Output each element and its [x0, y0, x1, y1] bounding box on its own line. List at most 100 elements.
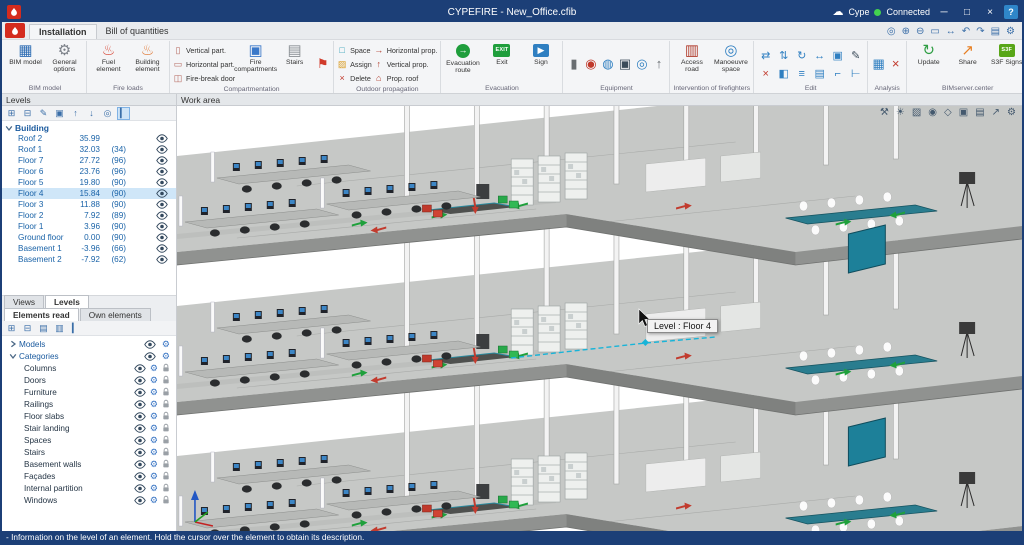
lock-icon[interactable]	[162, 399, 170, 409]
visibility-eye-icon[interactable]	[134, 472, 146, 481]
bim-model-button[interactable]: ▦ BIM model	[7, 42, 44, 66]
visibility-eye-icon[interactable]	[156, 167, 168, 176]
access-road-button[interactable]: ▥ Access road	[673, 42, 710, 73]
delete-tool-button[interactable]: ×	[757, 66, 774, 83]
visibility-eye-icon[interactable]	[156, 178, 168, 187]
visibility-eye-icon[interactable]	[156, 200, 168, 209]
gear-icon[interactable]: ⚙	[162, 351, 170, 361]
dry-riser-button[interactable]: ▮	[566, 50, 581, 76]
lock-icon[interactable]	[162, 459, 170, 469]
category-row-columns[interactable]: Columns ⚙	[2, 362, 176, 374]
visibility-eye-icon[interactable]	[134, 424, 146, 433]
show-all-icon[interactable]: ▤	[37, 322, 50, 335]
print-icon[interactable]: ▤	[975, 108, 984, 118]
visibility-eye-icon[interactable]	[134, 460, 146, 469]
category-row-stairs[interactable]: Stairs ⚙	[2, 446, 176, 458]
chevron-right-icon[interactable]	[9, 340, 17, 348]
tools-icon[interactable]: ⚒	[880, 108, 889, 118]
category-row-railings[interactable]: Railings ⚙	[2, 398, 176, 410]
camera-icon[interactable]: ▣	[959, 108, 968, 118]
lock-icon[interactable]	[162, 375, 170, 385]
settings-icon[interactable]: ⚙	[1006, 27, 1015, 37]
align-tool-button[interactable]: ≡	[793, 66, 810, 83]
export-icon[interactable]: ↗	[992, 108, 1000, 118]
visibility-eye-icon[interactable]	[134, 400, 146, 409]
expand-all-icon[interactable]: ⊞	[5, 322, 18, 335]
zoom-out-icon[interactable]: ⊖	[916, 27, 924, 37]
fire-pump-button[interactable]: ◍	[600, 50, 615, 76]
category-row-furniture[interactable]: Furniture ⚙	[2, 386, 176, 398]
general-options-button[interactable]: ⚙ General options	[46, 42, 83, 73]
sun-icon[interactable]: ☀	[896, 108, 905, 118]
gear-icon[interactable]: ⚙	[150, 411, 158, 421]
visibility-eye-icon[interactable]	[156, 189, 168, 198]
share-button[interactable]: ↗ Share	[949, 42, 986, 66]
category-row-doors[interactable]: Doors ⚙	[2, 374, 176, 386]
textures-icon[interactable]: ▨	[912, 108, 921, 118]
dimension-tool-button[interactable]: ⊢	[847, 66, 864, 83]
category-row-fa-ades[interactable]: Façades ⚙	[2, 470, 176, 482]
gear-icon[interactable]: ⚙	[150, 495, 158, 505]
help-button[interactable]: ?	[1004, 5, 1018, 19]
visibility-eye-icon[interactable]	[156, 222, 168, 231]
hide-all-icon[interactable]: ▥	[53, 322, 66, 335]
lock-icon[interactable]	[162, 471, 170, 481]
manoeuvre-space-button[interactable]: ◎ Manoeuvre space	[712, 42, 749, 73]
update-button[interactable]: ↻ Update	[910, 42, 947, 66]
viewport-3d[interactable]: ⚒ ☀ ▨ ◉ ◇ ▣ ▤ ↗ ⚙ Level: Floor 4	[177, 106, 1022, 531]
category-row-stair-landing[interactable]: Stair landing ⚙	[2, 422, 176, 434]
gear-icon[interactable]: ⚙	[150, 375, 158, 385]
horizontal-prop-button[interactable]: → Horizontal prop.	[374, 44, 437, 57]
exit-button[interactable]: EXIT Exit	[483, 42, 520, 66]
search-icon[interactable]: ◎	[887, 27, 896, 37]
level-row-basement-2[interactable]: Basement 2 -7.92 (62)	[2, 254, 176, 265]
lock-icon[interactable]	[162, 435, 170, 445]
lock-icon[interactable]	[162, 363, 170, 373]
coverage-area-button[interactable]: ◎	[634, 50, 649, 76]
array-tool-button[interactable]: ▤	[811, 66, 828, 83]
visibility-eye-icon[interactable]	[134, 376, 146, 385]
vertical-prop-button[interactable]: ↑ Vertical prop.	[374, 58, 438, 71]
level-row-floor-7[interactable]: Floor 7 27.72 (96)	[2, 155, 176, 166]
visibility-eye-icon[interactable]	[144, 352, 156, 361]
lock-icon[interactable]	[162, 447, 170, 457]
analysis-calculator-button[interactable]: ▦	[871, 50, 886, 76]
hydrant-button[interactable]: ◉	[583, 50, 598, 76]
assign-button[interactable]: ▨ Assign	[337, 58, 372, 71]
gear-icon[interactable]: ⚙	[150, 435, 158, 445]
visibility-eye-icon[interactable]	[156, 244, 168, 253]
fuel-element-button[interactable]: ♨ Fuel element	[90, 42, 127, 73]
stairs-flag-button[interactable]: ⚑	[315, 50, 330, 76]
visibility-eye-icon[interactable]	[156, 233, 168, 242]
zoom-window-icon[interactable]: ▭	[930, 27, 939, 37]
level-row-floor-3[interactable]: Floor 3 11.88 (90)	[2, 199, 176, 210]
copy-tool-button[interactable]: ▣	[829, 48, 846, 65]
chevron-down-icon[interactable]	[9, 352, 17, 360]
move-down-icon[interactable]: ↓	[85, 107, 98, 120]
level-row-floor-5[interactable]: Floor 5 19.80 (90)	[2, 177, 176, 188]
copy-level-icon[interactable]: ▣	[53, 107, 66, 120]
move-vertical-tool-button[interactable]: ⇅	[775, 48, 792, 65]
info-icon[interactable]: ▎	[69, 322, 82, 335]
move-tool-button[interactable]: ⇄	[757, 48, 774, 65]
pan-icon[interactable]: ↔	[946, 27, 956, 37]
visibility-eye-icon[interactable]	[156, 255, 168, 264]
level-row-roof-1[interactable]: Roof 1 32.03 (34)	[2, 144, 176, 155]
category-row-floor-slabs[interactable]: Floor slabs ⚙	[2, 410, 176, 422]
rotate-tool-button[interactable]: ↻	[793, 48, 810, 65]
tab-own-elements[interactable]: Own elements	[79, 308, 151, 321]
category-row-windows[interactable]: Windows ⚙	[2, 494, 176, 506]
gear-icon[interactable]: ⚙	[150, 447, 158, 457]
categories-node[interactable]: Categories ⚙	[2, 350, 176, 362]
models-node[interactable]: Models ⚙	[2, 338, 176, 350]
visibility-eye-icon[interactable]	[156, 145, 168, 154]
horizontal-partition-button[interactable]: ▭ Horizontal part.	[173, 58, 235, 71]
level-row-ground-floor[interactable]: Ground floor 0.00 (90)	[2, 232, 176, 243]
analysis-errors-button[interactable]: ×	[888, 50, 903, 76]
maximize-button[interactable]: □	[958, 4, 976, 20]
gear-icon[interactable]: ⚙	[150, 459, 158, 469]
category-row-internal-partition[interactable]: Internal partition ⚙	[2, 482, 176, 494]
section-view-icon[interactable]: ▎	[117, 106, 130, 120]
gear-icon[interactable]: ⚙	[150, 363, 158, 373]
close-button[interactable]: ×	[981, 4, 999, 20]
